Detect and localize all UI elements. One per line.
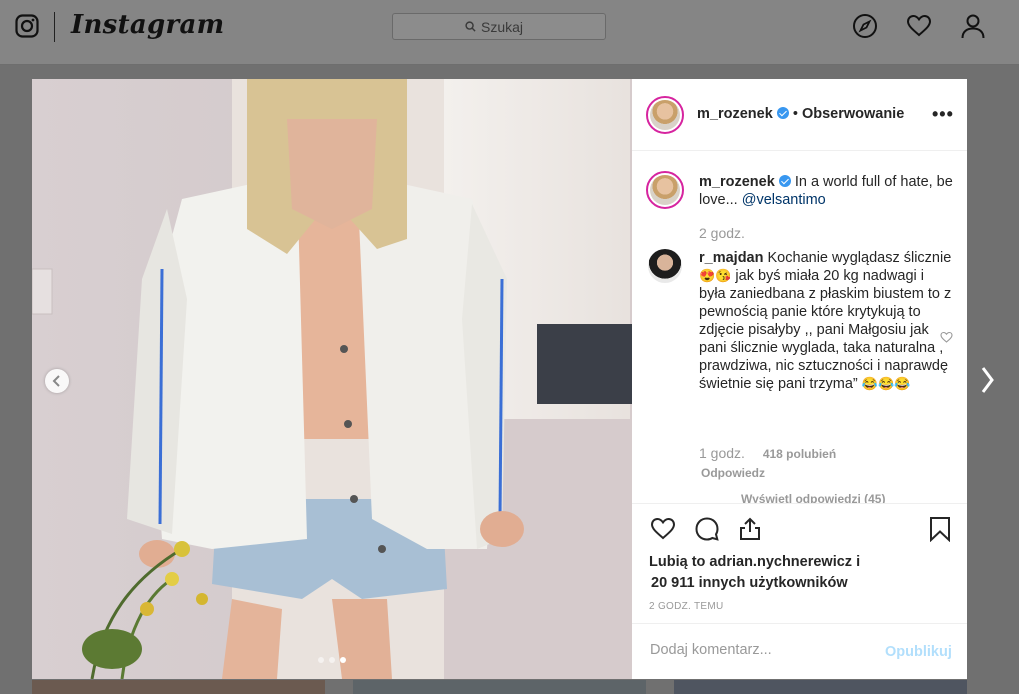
author-avatar[interactable]: [646, 96, 684, 134]
post-actions: Lubią to adrian.nychnerewicz i 20 911 in…: [632, 503, 967, 624]
carousel-dot-active: [340, 657, 346, 663]
next-post-arrow-icon[interactable]: [972, 360, 1012, 400]
caption-username[interactable]: m_rozenek: [699, 174, 775, 190]
commenter-avatar[interactable]: [648, 249, 682, 283]
likes-others[interactable]: 20 911 innych użytkowników: [649, 573, 860, 594]
search-input[interactable]: [481, 18, 533, 35]
add-comment-bar: Opublikuj: [632, 623, 967, 680]
caption-avatar[interactable]: [646, 171, 684, 209]
verified-badge-icon: [778, 175, 791, 187]
author-username[interactable]: m_rozenek: [697, 106, 773, 122]
comment-emoji-2: 😂😂😂: [861, 376, 911, 391]
post-image: [32, 79, 632, 679]
follow-button[interactable]: Obserwowanie: [802, 106, 904, 122]
comment-likes-count[interactable]: 418 polubień: [763, 447, 836, 461]
view-replies-button[interactable]: Wyświetl odpowiedzi (45): [741, 492, 885, 503]
post-header: m_rozenek • Obserwowanie •••: [632, 79, 967, 151]
carousel-dot: [318, 657, 324, 663]
grid-thumbnail[interactable]: [674, 680, 967, 694]
comments-section[interactable]: m_rozenek In a world full of hate, be lo…: [632, 151, 967, 503]
chevron-left-icon: [52, 375, 60, 387]
comment-body-part1: Kochanie wyglądasz ślicznie: [767, 250, 952, 266]
post-side-panel: m_rozenek • Obserwowanie ••• m_rozenek I…: [632, 79, 967, 679]
carousel-dot: [329, 657, 335, 663]
explore-icon[interactable]: [852, 13, 878, 39]
likes-summary[interactable]: Lubią to adrian.nychnerewicz i 20 911 in…: [649, 552, 860, 594]
author-follow-line: m_rozenek • Obserwowanie: [697, 106, 904, 122]
instagram-camera-icon[interactable]: [15, 14, 39, 38]
publish-button[interactable]: Opublikuj: [885, 644, 952, 660]
post-timestamp[interactable]: 2 GODZ. TEMU: [649, 601, 724, 612]
share-icon[interactable]: [737, 516, 763, 542]
comment-text: r_majdan Kochanie wyglądasz ślicznie 😍😘 …: [699, 249, 954, 393]
likes-prefix: Lubią to: [649, 554, 706, 570]
activity-heart-icon[interactable]: [906, 13, 932, 39]
like-heart-icon[interactable]: [650, 516, 676, 542]
post-photo[interactable]: [32, 79, 632, 679]
caption-mention-link[interactable]: @velsantimo: [742, 192, 826, 208]
top-navigation-bar: Instagram: [0, 0, 1019, 65]
instagram-wordmark[interactable]: Instagram: [71, 10, 225, 40]
comment-time[interactable]: 1 godz.: [699, 445, 745, 461]
verified-badge-icon: [776, 107, 789, 119]
logo-divider: [54, 12, 55, 42]
likes-and: i: [856, 554, 861, 570]
comment-body-part2: jak byś miała 20 kg nadwagi i była zanie…: [699, 268, 952, 392]
save-bookmark-icon[interactable]: [927, 516, 953, 542]
reply-button[interactable]: Odpowiedz: [701, 466, 765, 480]
comment-meta: 1 godz. 418 polubień: [699, 445, 836, 461]
comment-bubble-icon[interactable]: [694, 516, 720, 542]
carousel-prev-button[interactable]: [45, 369, 69, 393]
profile-icon[interactable]: [960, 13, 986, 39]
comment-input[interactable]: [650, 642, 850, 658]
caption-text: m_rozenek In a world full of hate, be lo…: [699, 173, 954, 209]
comment-like-heart-icon[interactable]: [940, 331, 953, 344]
comment-username[interactable]: r_majdan: [699, 250, 763, 266]
grid-thumbnail[interactable]: [353, 680, 646, 694]
caption-time[interactable]: 2 godz.: [699, 225, 745, 241]
likes-user-link[interactable]: adrian.nychnerewicz: [709, 554, 852, 570]
search-box[interactable]: [392, 13, 606, 40]
comment-emoji-1: 😍😘: [699, 268, 732, 283]
more-options-button[interactable]: •••: [932, 104, 954, 125]
grid-thumbnail[interactable]: [32, 680, 325, 694]
follow-separator: •: [792, 106, 798, 122]
search-icon: [465, 21, 476, 32]
carousel-indicator: [318, 657, 346, 663]
